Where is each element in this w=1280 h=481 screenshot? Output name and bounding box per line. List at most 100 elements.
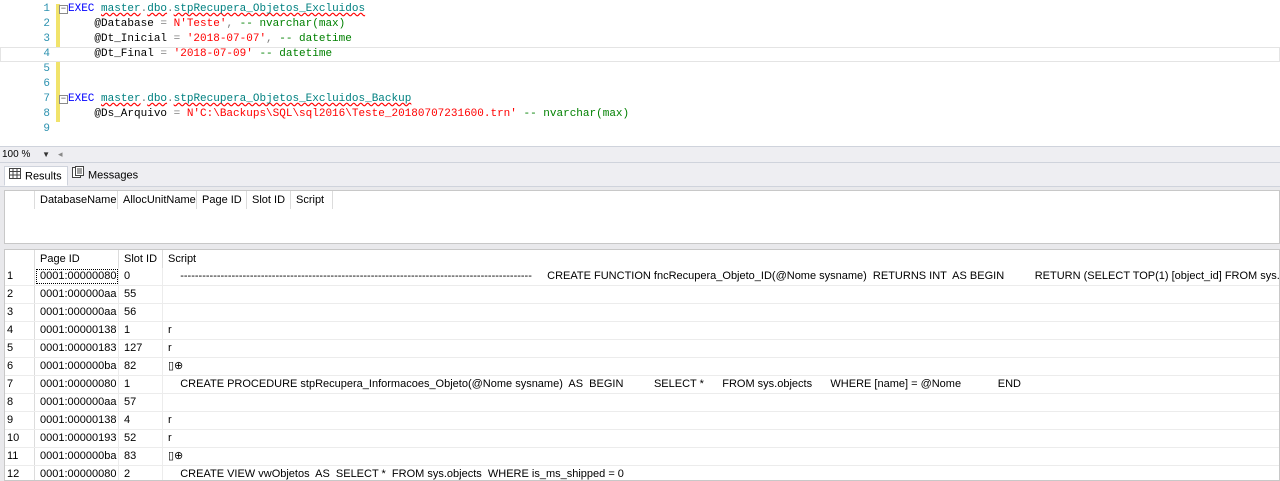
grid1-corner-header[interactable] [5, 191, 35, 209]
table-row[interactable]: 3 0001:000000aa 56 [5, 304, 1279, 322]
script-cell[interactable]: r [163, 322, 1279, 339]
row-number-cell[interactable]: 2 [5, 286, 35, 303]
table-row[interactable]: 9 0001:00000138 4 r [5, 412, 1279, 430]
code-line[interactable]: 3 @Dt_Inicial = '2018-07-07', -- datetim… [0, 32, 1280, 47]
code-token: stpRecupera_Objetos_Excluidos_Backup [173, 93, 412, 105]
grid1-header-allocunitname[interactable]: AllocUnitName [118, 191, 197, 209]
script-cell[interactable]: r [163, 412, 1279, 429]
page-id-cell[interactable]: 0001:000000aa [35, 286, 119, 303]
grid1-header-page-id[interactable]: Page ID [197, 191, 247, 209]
page-id-cell[interactable]: 0001:00000193 [35, 430, 119, 447]
slot-id-cell[interactable]: 127 [119, 340, 163, 357]
line-number: 5 [43, 63, 50, 75]
table-row[interactable]: 12 0001:00000080 2 CREATE VIEW vwObjetos A… [5, 466, 1279, 480]
slot-id-cell[interactable]: 56 [119, 304, 163, 321]
code-token: -- datetime [279, 33, 352, 45]
row-number-cell[interactable]: 3 [5, 304, 35, 321]
script-cell[interactable]: r [163, 340, 1279, 357]
code-token: N'Teste' [173, 18, 227, 30]
code-token: @Dt_Inicial [68, 33, 174, 45]
row-number-cell[interactable]: 6 [5, 358, 35, 375]
code-line[interactable]: 7 EXEC master.dbo.stpRecupera_Objetos_Exc… [0, 92, 1280, 107]
code-token: '2018-07-09' [173, 48, 253, 60]
slot-id-cell[interactable]: 1 [119, 376, 163, 393]
grid1-header-script[interactable]: Script [291, 191, 333, 209]
table-row[interactable]: 7 0001:00000080 1 CREATE PROCEDURE stpRecu… [5, 376, 1279, 394]
script-cell[interactable]: CREATE PROCEDURE stpRecupera_Informacoes… [163, 376, 1279, 393]
grid2-corner-header[interactable] [5, 250, 35, 268]
slot-id-cell[interactable]: 55 [119, 286, 163, 303]
code-line[interactable]: 2 @Database = N'Teste', -- nvarchar(max) [0, 17, 1280, 32]
page-id-cell[interactable]: 0001:00000080 [35, 376, 119, 393]
table-row[interactable]: 5 0001:00000183 127 r [5, 340, 1279, 358]
collapse-toggle-icon[interactable]: − [59, 5, 68, 14]
slot-id-cell[interactable]: 83 [119, 448, 163, 465]
page-id-cell[interactable]: 0001:000000ba [35, 448, 119, 465]
grid1-header-databasename[interactable]: DatabaseName [35, 191, 118, 209]
row-number-cell[interactable]: 7 [5, 376, 35, 393]
page-id-cell[interactable]: 0001:000000ba [35, 358, 119, 375]
page-id-cell[interactable]: 0001:00000138 [35, 322, 119, 339]
script-cell[interactable]: ----------------------------------------… [163, 268, 1279, 285]
code-line[interactable]: 6 [0, 77, 1280, 92]
grid2-header-script[interactable]: Script [163, 250, 1279, 268]
collapse-toggle-icon[interactable]: − [59, 95, 68, 104]
slot-id-cell[interactable]: 2 [119, 466, 163, 480]
code-token: dbo [147, 3, 168, 15]
chevron-down-icon[interactable]: ▼ [42, 148, 50, 161]
script-cell[interactable]: ▯⊕ [163, 448, 1279, 465]
page-id-cell[interactable]: 0001:00000138 [35, 412, 119, 429]
tab-messages[interactable]: Messages [68, 166, 143, 186]
script-cell[interactable]: r [163, 430, 1279, 447]
tab-messages-label: Messages [88, 169, 139, 182]
scroll-left-arrow-icon[interactable]: ◂ [58, 148, 63, 161]
slot-id-cell[interactable]: 82 [119, 358, 163, 375]
slot-id-cell[interactable]: 1 [119, 322, 163, 339]
slot-id-cell[interactable]: 4 [119, 412, 163, 429]
table-row[interactable]: 11 0001:000000ba 83 ▯⊕ [5, 448, 1279, 466]
script-cell[interactable]: CREATE VIEW vwObjetos AS SELECT * FROM s… [163, 466, 1279, 480]
slot-id-cell[interactable]: 57 [119, 394, 163, 411]
grid2-header-page-id[interactable]: Page ID [35, 250, 119, 268]
table-row[interactable]: 6 0001:000000ba 82 ▯⊕ [5, 358, 1279, 376]
slot-id-cell[interactable]: 52 [119, 430, 163, 447]
grid2-header-slot-id[interactable]: Slot ID [119, 250, 163, 268]
results-tab-strip: Results Messages [0, 163, 1280, 187]
zoom-select[interactable]: 100 % ▼ [2, 148, 54, 161]
table-row[interactable]: 2 0001:000000aa 55 [5, 286, 1279, 304]
code-token: , [266, 33, 280, 45]
code-token: @Database [68, 18, 161, 30]
result-grid-1[interactable]: DatabaseName AllocUnitName Page ID Slot … [4, 190, 1280, 244]
code-line[interactable]: 4 @Dt_Final = '2018-07-09' -- datetime [0, 47, 1280, 62]
table-row[interactable]: 10 0001:00000193 52 r [5, 430, 1279, 448]
result-grid-2[interactable]: Page ID Slot ID Script 1 0001:00000080 0 -… [4, 249, 1280, 481]
row-number-cell[interactable]: 12 [5, 466, 35, 480]
page-id-cell[interactable]: 0001:00000080 [35, 466, 119, 480]
row-number-cell[interactable]: 8 [5, 394, 35, 411]
code-line[interactable]: 5 [0, 62, 1280, 77]
script-cell[interactable]: ▯⊕ [163, 358, 1279, 375]
table-row[interactable]: 8 0001:000000aa 57 [5, 394, 1279, 412]
page-id-cell[interactable]: 0001:000000aa [35, 394, 119, 411]
page-id-cell[interactable]: 0001:00000080 [35, 268, 119, 285]
code-line[interactable]: 8 @Ds_Arquivo = N'C:\Backups\SQL\sql2016… [0, 107, 1280, 122]
page-id-cell[interactable]: 0001:00000183 [35, 340, 119, 357]
query-editor[interactable]: 1 EXEC master.dbo.stpRecupera_Objetos_Exc… [0, 0, 1280, 146]
row-number-cell[interactable]: 1 [5, 268, 35, 285]
script-cell[interactable] [163, 304, 1279, 321]
row-number-cell[interactable]: 9 [5, 412, 35, 429]
table-row[interactable]: 1 0001:00000080 0 ------------------------… [5, 268, 1279, 286]
row-number-cell[interactable]: 5 [5, 340, 35, 357]
code-line[interactable]: 9 [0, 122, 1280, 137]
slot-id-cell[interactable]: 0 [119, 268, 163, 285]
grid1-header-slot-id[interactable]: Slot ID [247, 191, 291, 209]
row-number-cell[interactable]: 10 [5, 430, 35, 447]
table-row[interactable]: 4 0001:00000138 1 r [5, 322, 1279, 340]
script-cell[interactable] [163, 394, 1279, 411]
code-line[interactable]: 1 EXEC master.dbo.stpRecupera_Objetos_Exc… [0, 2, 1280, 17]
tab-results[interactable]: Results [4, 166, 68, 186]
row-number-cell[interactable]: 4 [5, 322, 35, 339]
row-number-cell[interactable]: 11 [5, 448, 35, 465]
page-id-cell[interactable]: 0001:000000aa [35, 304, 119, 321]
script-cell[interactable] [163, 286, 1279, 303]
